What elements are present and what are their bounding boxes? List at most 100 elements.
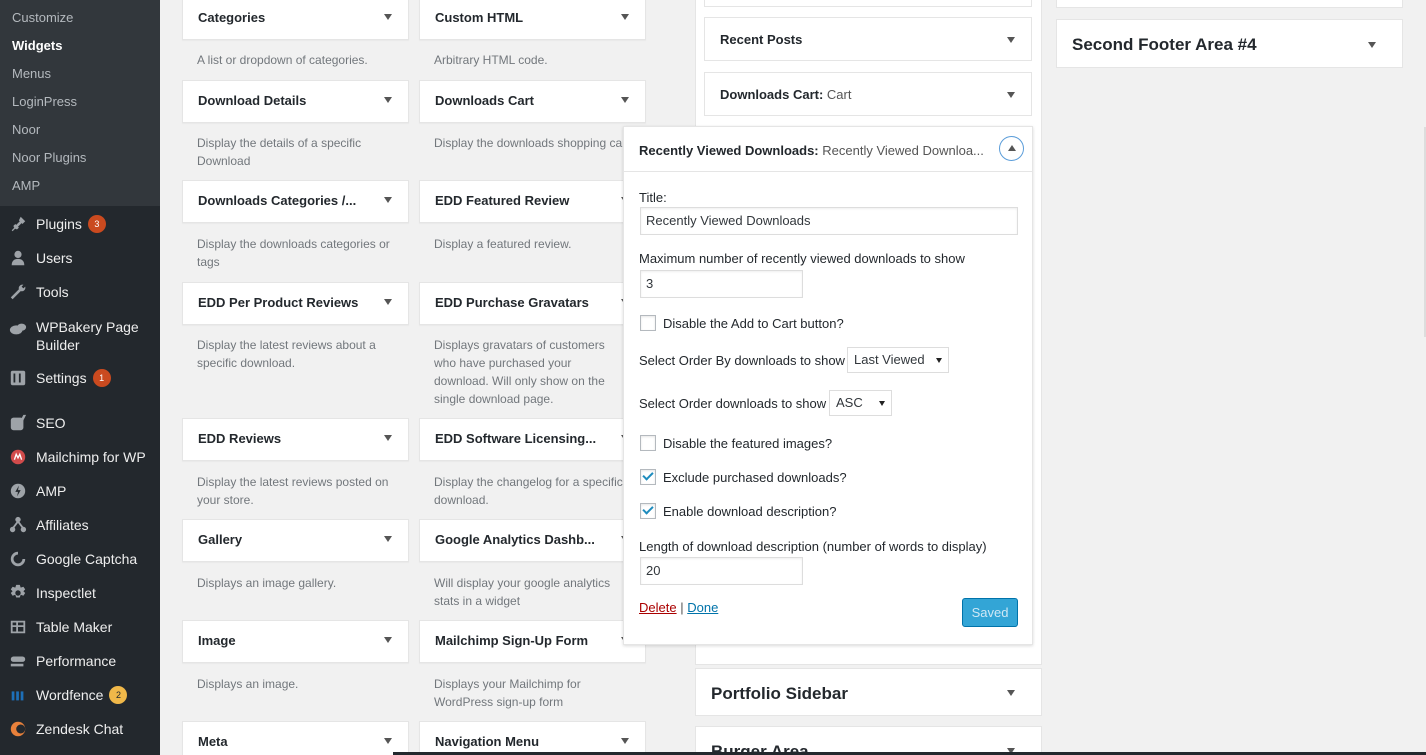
title-label: Title:	[639, 190, 667, 205]
widget-description: Displays an image gallery.	[197, 576, 337, 590]
widget-title: EDD Reviews	[198, 431, 282, 446]
order-select[interactable]: ASC	[829, 390, 892, 416]
widget-description: Display the details of a specific Downlo…	[197, 136, 362, 168]
submenu-noor-plugins[interactable]: Noor Plugins	[12, 150, 86, 165]
menu-label: Settings	[36, 370, 87, 386]
menu-wordfence[interactable]: Wordfence 2	[0, 678, 160, 712]
chevron-down-icon	[384, 14, 392, 20]
menu-label: Table Maker	[36, 619, 113, 635]
submenu-noor[interactable]: Noor	[12, 122, 40, 137]
widget-downloads-categories[interactable]: Downloads Categories /...	[182, 180, 409, 223]
widget-title: Image	[198, 633, 236, 648]
widget-title: Downloads Cart: Cart	[720, 87, 852, 102]
submenu-loginpress[interactable]: LoginPress	[12, 94, 77, 109]
menu-amp[interactable]: AMP	[0, 474, 160, 508]
checkmark-icon	[642, 469, 654, 481]
disable-cart-label: Disable the Add to Cart button?	[663, 316, 844, 331]
widget-title: Downloads Categories /...	[198, 193, 357, 208]
widget-description: Arbitrary HTML code.	[434, 53, 548, 67]
order-value: ASC	[836, 395, 863, 410]
widget-title: Meta	[198, 734, 228, 749]
table-icon	[0, 618, 36, 636]
menu-performance[interactable]: Performance	[0, 644, 160, 678]
widget-title: Recently Viewed Downloads: Recently View…	[639, 143, 984, 158]
disable-images-label: Disable the featured images?	[663, 436, 833, 451]
checkmark-icon	[642, 503, 654, 515]
menu-wpbakery[interactable]: WPBakery Page Builder	[0, 318, 160, 354]
widget-header[interactable]: Recently Viewed Downloads: Recently View…	[624, 127, 1032, 172]
max-downloads-input[interactable]: 3	[640, 270, 803, 298]
title-input[interactable]: Recently Viewed Downloads	[640, 207, 1018, 235]
chevron-down-icon	[384, 97, 392, 103]
gear-icon	[0, 584, 36, 602]
chevron-down-icon	[384, 637, 392, 643]
widget-gallery[interactable]: Gallery	[182, 519, 409, 562]
sidebar-burger-area[interactable]: Burger Area	[695, 726, 1042, 755]
submenu-customize[interactable]: Customize	[12, 10, 73, 25]
widget-title: Downloads Cart	[435, 93, 534, 108]
menu-zendesk-chat[interactable]: Zendesk Chat	[0, 712, 160, 746]
widget-title: Recent Posts	[720, 32, 803, 47]
widget-title: Gallery	[198, 532, 243, 547]
widget-download-details[interactable]: Download Details	[182, 80, 409, 123]
menu-affiliates[interactable]: Affiliates	[0, 508, 160, 542]
chevron-down-icon	[384, 738, 392, 744]
widget-image[interactable]: Image	[182, 620, 409, 663]
widget-description: Display the downloads shopping cart	[434, 136, 624, 150]
collapse-toggle-button[interactable]	[999, 136, 1024, 161]
sidebar-second-footer-4[interactable]: Second Footer Area #4	[1056, 19, 1403, 68]
order-by-select[interactable]: Last Viewed	[847, 347, 949, 373]
sidebar-portfolio[interactable]: Portfolio Sidebar	[695, 668, 1042, 716]
widget-meta[interactable]: Meta	[182, 721, 409, 755]
menu-table-maker[interactable]: Table Maker	[0, 610, 160, 644]
submenu-amp[interactable]: AMP	[12, 178, 40, 193]
menu-settings[interactable]: Settings 1	[0, 361, 160, 395]
chevron-down-icon	[621, 738, 629, 744]
submenu-widgets[interactable]: Widgets	[12, 38, 62, 53]
admin-sidebar: Customize Widgets Menus LoginPress Noor …	[0, 0, 160, 755]
widget-categories[interactable]: Categories	[182, 0, 409, 40]
menu-mailchimp[interactable]: Mailchimp for WP	[0, 440, 160, 474]
menu-inspectlet[interactable]: Inspectlet	[0, 576, 160, 610]
enable-description-checkbox[interactable]	[640, 503, 656, 519]
delete-link[interactable]: Delete	[639, 600, 677, 615]
sidebar-widget-recent-posts[interactable]: Recent Posts	[704, 17, 1032, 61]
chevron-down-icon	[621, 14, 629, 20]
widget-edd-per-product-reviews[interactable]: EDD Per Product Reviews	[182, 282, 409, 325]
widget-edd-featured-review[interactable]: EDD Featured Review	[419, 180, 646, 223]
description-length-input[interactable]: 20	[640, 557, 803, 585]
widget-downloads-cart[interactable]: Downloads Cart	[419, 80, 646, 123]
menu-label: Users	[36, 250, 73, 266]
widget-edd-purchase-gravatars[interactable]: EDD Purchase Gravatars	[419, 282, 646, 325]
sidebar-widget-downloads-cart[interactable]: Downloads Cart: Cart	[704, 72, 1032, 116]
submenu-menus[interactable]: Menus	[12, 66, 51, 81]
widget-description: Display a featured review.	[434, 237, 572, 251]
max-downloads-label: Maximum number of recently viewed downlo…	[639, 251, 965, 266]
disable-images-checkbox[interactable]	[640, 435, 656, 451]
saved-button[interactable]: Saved	[962, 598, 1018, 627]
menu-label: Google Captcha	[36, 551, 138, 567]
widget-edd-reviews[interactable]: EDD Reviews	[182, 418, 409, 461]
zendesk-icon	[0, 720, 36, 738]
widget-navigation-menu[interactable]: Navigation Menu	[419, 721, 646, 755]
menu-label: Tools	[36, 284, 69, 300]
widget-description: Display the downloads categories or tags	[197, 237, 390, 269]
disable-cart-checkbox[interactable]	[640, 315, 656, 331]
menu-users[interactable]: Users	[0, 241, 160, 275]
captcha-icon	[0, 550, 36, 568]
widget-google-analytics-dashboard[interactable]: Google Analytics Dashb...	[419, 519, 646, 562]
chevron-down-icon	[384, 435, 392, 441]
menu-tools[interactable]: Tools	[0, 275, 160, 309]
chevron-down-icon	[1007, 690, 1015, 696]
widget-edd-software-licensing[interactable]: EDD Software Licensing...	[419, 418, 646, 461]
exclude-purchased-checkbox[interactable]	[640, 469, 656, 485]
widget-custom-html[interactable]: Custom HTML	[419, 0, 646, 40]
sidebar-widget-top	[704, 0, 1032, 7]
description-length-label: Length of download description (number o…	[639, 539, 987, 554]
menu-plugins[interactable]: Plugins 3	[0, 207, 160, 241]
separator: |	[680, 600, 684, 615]
widget-mailchimp-signup-form[interactable]: Mailchimp Sign-Up Form	[419, 620, 646, 663]
done-link[interactable]: Done	[687, 600, 718, 615]
menu-google-captcha[interactable]: Google Captcha	[0, 542, 160, 576]
menu-seo[interactable]: SEO	[0, 406, 160, 440]
